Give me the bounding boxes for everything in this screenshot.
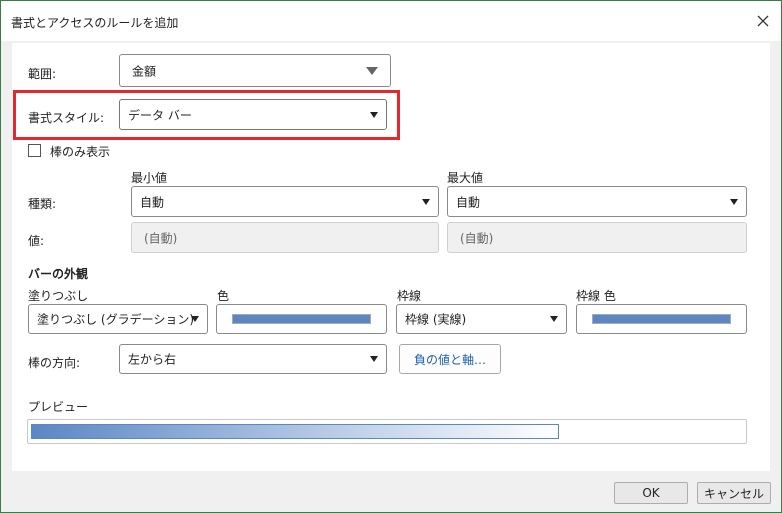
min-type-select[interactable]: 自動: [131, 186, 439, 217]
fill-color-picker[interactable]: [216, 304, 387, 334]
max-type-select[interactable]: 自動: [447, 186, 747, 217]
preview-data-bar: [31, 424, 559, 439]
border-select[interactable]: 枠線 (実線): [396, 304, 567, 334]
border-color-swatch: [592, 314, 731, 324]
max-header: 最大値: [447, 171, 484, 185]
chevron-down-icon: [191, 316, 199, 322]
chevron-down-icon: [550, 316, 558, 322]
ok-button[interactable]: OK: [614, 482, 688, 504]
border-color-picker[interactable]: [576, 304, 747, 334]
highlight-frame: [13, 90, 400, 140]
border-label: 枠線: [397, 289, 422, 303]
chevron-down-icon: [730, 198, 738, 205]
min-header: 最小値: [131, 171, 168, 185]
fill-color-swatch: [232, 314, 371, 324]
type-label: 種類:: [28, 197, 57, 211]
bar-appearance-heading: バーの外観: [28, 267, 89, 281]
fill-select[interactable]: 塗りつぶし (グラデーション): [28, 304, 208, 334]
chevron-down-icon: [370, 356, 378, 362]
range-value: 金額: [132, 64, 157, 78]
range-select[interactable]: 金額: [119, 54, 391, 87]
title-bar: 書式とアクセスのルールを追加: [1, 1, 781, 41]
fill-value: 塗りつぶし (グラデーション): [37, 312, 195, 327]
max-value-field[interactable]: (自動): [447, 222, 747, 253]
max-value-placeholder: (自動): [460, 231, 494, 245]
min-type-value: 自動: [140, 195, 165, 209]
color-label: 色: [217, 289, 230, 303]
value-label: 値:: [28, 234, 45, 248]
add-rule-dialog: 書式とアクセスのルールを追加 範囲: 金額 書式スタイル: データ バー 棒のみ…: [0, 0, 782, 513]
direction-select[interactable]: 左から右: [119, 344, 387, 374]
max-type-value: 自動: [456, 195, 481, 209]
direction-label: 棒の方向:: [28, 356, 81, 370]
min-value-placeholder: (自動): [144, 231, 178, 245]
dialog-title: 書式とアクセスのルールを追加: [11, 16, 179, 30]
bar-only-label: 棒のみ表示: [50, 145, 111, 159]
close-icon[interactable]: [751, 9, 775, 33]
preview-label: プレビュー: [28, 400, 89, 414]
cancel-button[interactable]: キャンセル: [697, 482, 771, 504]
bar-only-checkbox[interactable]: [28, 144, 41, 157]
preview-box: [27, 419, 747, 444]
range-label: 範囲:: [28, 67, 57, 81]
border-color-label: 枠線 色: [576, 289, 616, 303]
border-value: 枠線 (実線): [405, 312, 467, 327]
chevron-down-icon: [366, 66, 378, 75]
chevron-down-icon: [422, 198, 430, 205]
negative-values-button[interactable]: 負の値と軸…: [399, 344, 501, 374]
min-value-field[interactable]: (自動): [131, 222, 439, 253]
fill-label: 塗りつぶし: [28, 289, 89, 303]
direction-value: 左から右: [128, 352, 177, 367]
